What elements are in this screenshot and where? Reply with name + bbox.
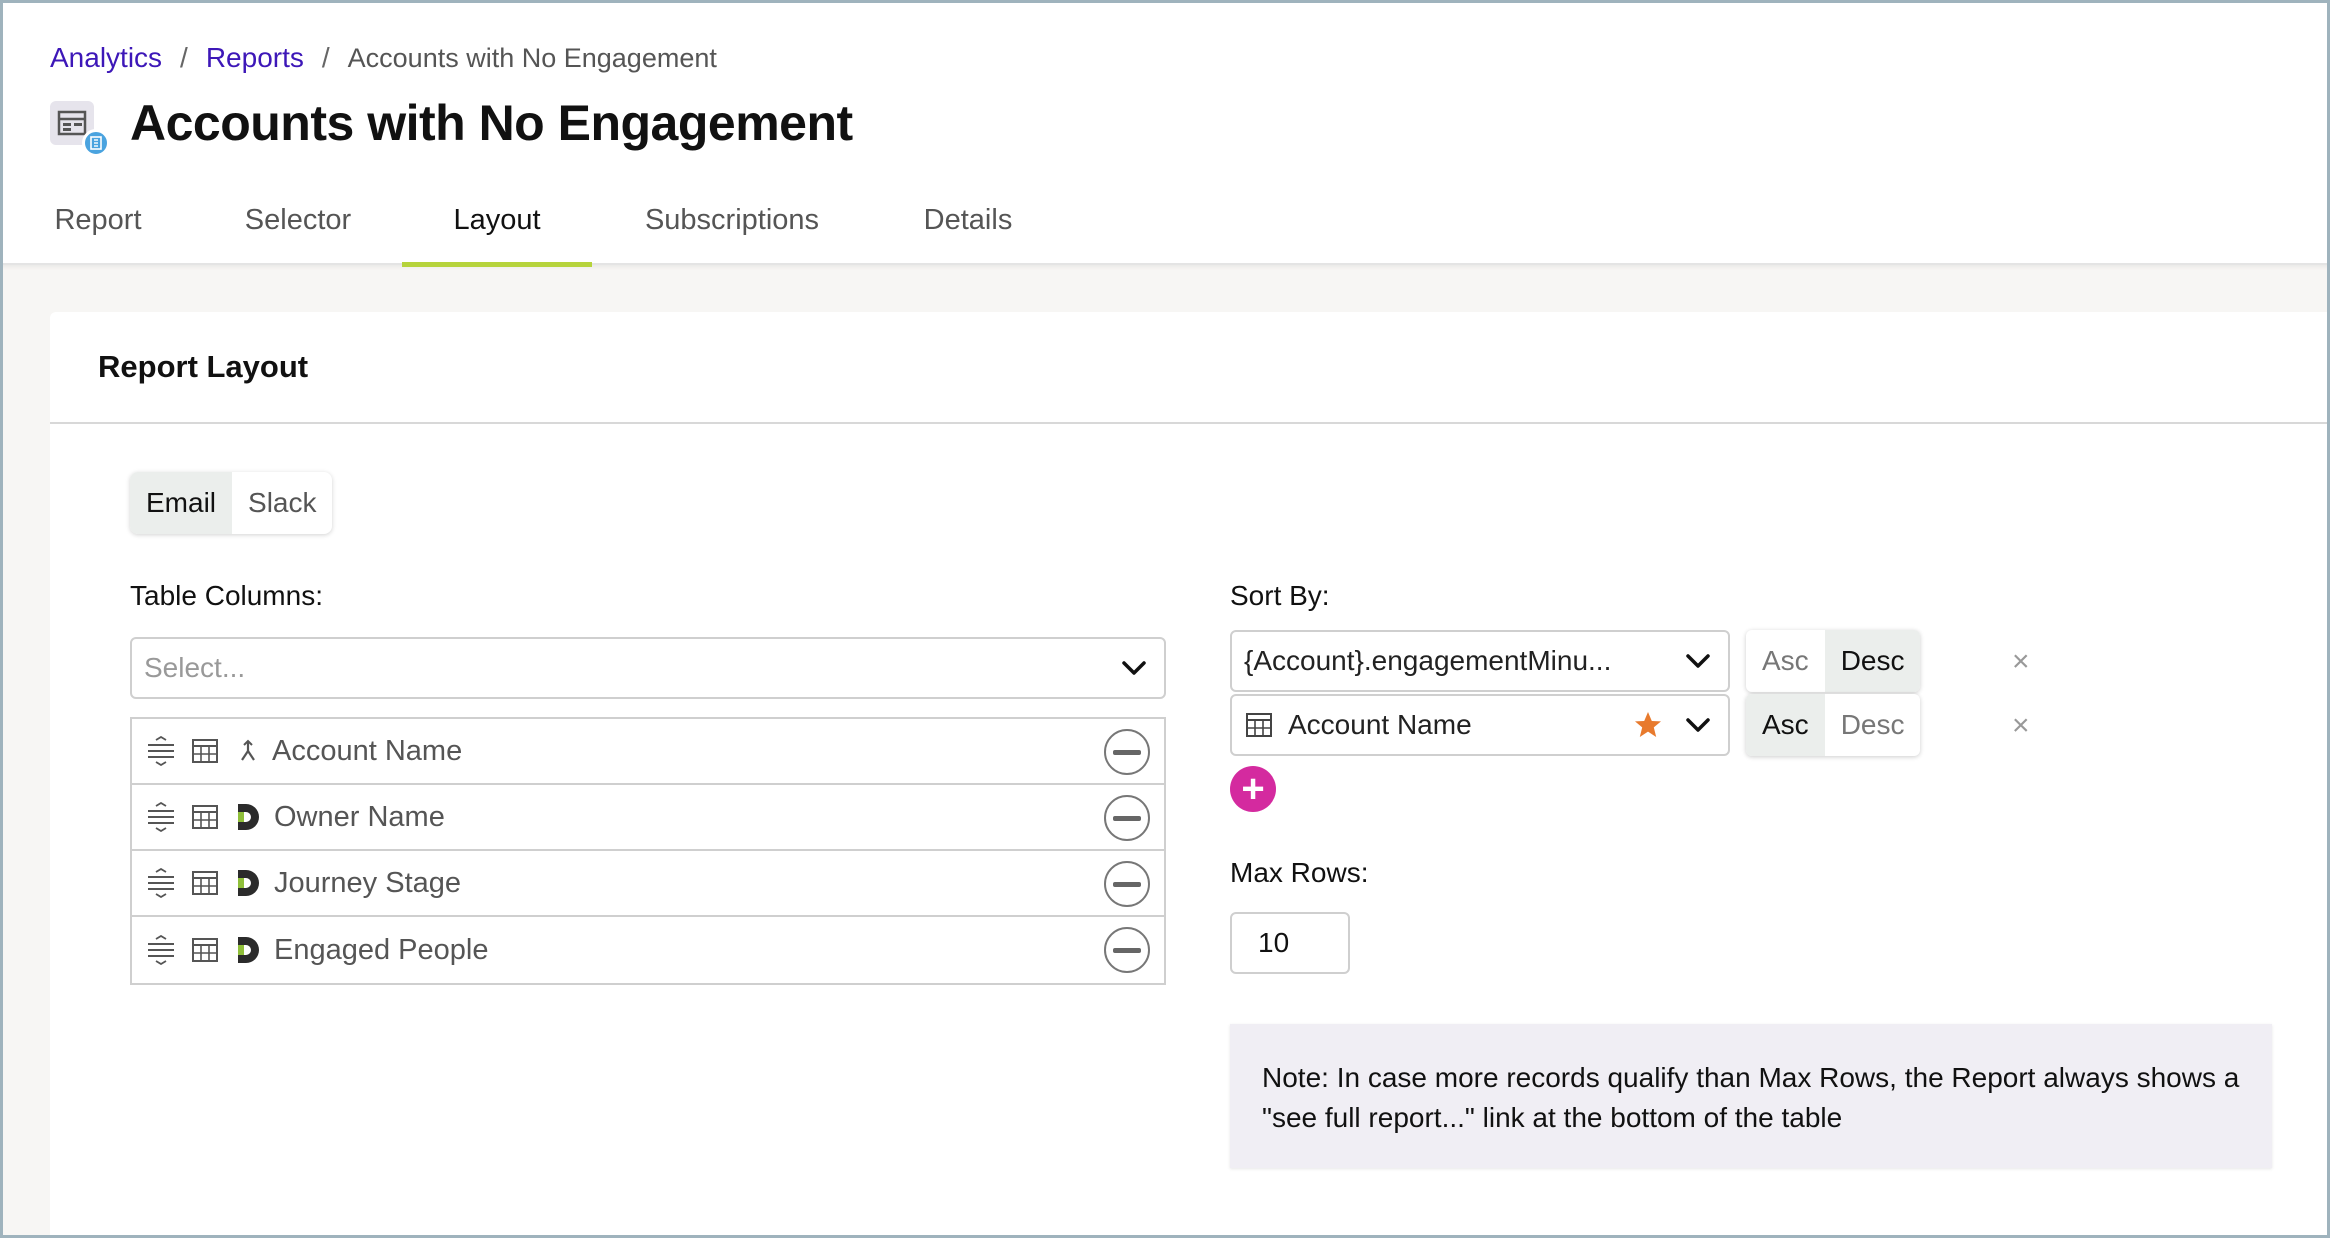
d-logo-icon xyxy=(234,868,262,898)
account-object-icon xyxy=(1244,711,1274,739)
channel-toggle: Email Slack xyxy=(130,472,333,534)
drag-handle-icon[interactable] xyxy=(146,736,176,766)
tab-selector[interactable]: Selector xyxy=(242,175,354,265)
minus-icon xyxy=(1113,815,1141,821)
tab-report[interactable]: Report xyxy=(50,175,146,265)
sort-field-value: Account Name xyxy=(1288,709,1472,740)
breadcrumb-separator: / xyxy=(321,42,330,73)
list-item: Owner Name xyxy=(132,785,1164,851)
chevron-down-icon xyxy=(1668,717,1728,733)
minus-icon xyxy=(1113,947,1141,953)
page-title: Accounts with No Engagement xyxy=(130,95,853,151)
page-header: Analytics / Reports / Accounts with No E… xyxy=(0,0,2330,267)
sort-field-select[interactable]: Account Name xyxy=(1230,694,1730,756)
column-list: Account Name Owner Name Journey Stage En… xyxy=(130,717,1166,985)
remove-column-button[interactable] xyxy=(1104,861,1150,907)
account-object-icon xyxy=(190,737,220,765)
sort-field-value: {Account}.engagementMinu... xyxy=(1244,645,1612,676)
remove-column-button[interactable] xyxy=(1104,729,1150,775)
channel-slack-option[interactable]: Slack xyxy=(232,472,332,534)
remove-column-button[interactable] xyxy=(1104,795,1150,841)
sort-direction-toggle: Asc Desc xyxy=(1746,630,1921,692)
sort-direction-toggle: Asc Desc xyxy=(1746,694,1921,756)
max-rows-input[interactable]: 10 xyxy=(1230,912,1350,974)
sort-by-label: Sort By: xyxy=(1230,580,1330,611)
sort-asc-option[interactable]: Asc xyxy=(1746,694,1825,756)
column-name: Journey Stage xyxy=(274,866,462,899)
d-logo-icon xyxy=(234,802,262,832)
breadcrumb: Analytics / Reports / Accounts with No E… xyxy=(50,38,717,78)
list-item: Engaged People xyxy=(132,917,1164,983)
minus-icon xyxy=(1113,749,1141,755)
account-object-icon xyxy=(190,803,220,831)
channel-email-option[interactable]: Email xyxy=(130,472,233,534)
tab-details[interactable]: Details xyxy=(920,175,1016,265)
max-rows-label: Max Rows: xyxy=(1230,857,1369,888)
remove-column-button[interactable] xyxy=(1104,927,1150,973)
column-select[interactable]: Select... xyxy=(130,637,1166,699)
list-item: Account Name xyxy=(132,719,1164,785)
breadcrumb-current: Accounts with No Engagement xyxy=(347,42,717,73)
card-title: Report Layout xyxy=(98,349,309,384)
drag-handle-icon[interactable] xyxy=(146,935,176,965)
remove-sort-button[interactable]: × xyxy=(2012,709,2030,743)
report-icon xyxy=(50,97,110,157)
list-item: Journey Stage xyxy=(132,851,1164,917)
merge-icon xyxy=(236,739,260,763)
remove-sort-button[interactable]: × xyxy=(2012,645,2030,679)
d-logo-icon xyxy=(234,935,262,965)
chevron-down-icon xyxy=(1668,653,1728,669)
column-name: Account Name xyxy=(272,734,463,767)
minus-icon xyxy=(1113,881,1141,887)
report-layout-card: Report Layout Email Slack Table Columns:… xyxy=(50,312,2330,1238)
column-name: Engaged People xyxy=(274,933,489,966)
column-name: Owner Name xyxy=(274,800,445,833)
account-object-icon xyxy=(190,936,220,964)
drag-handle-icon[interactable] xyxy=(146,802,176,832)
star-icon xyxy=(1628,710,1668,740)
account-object-icon xyxy=(190,869,220,897)
add-sort-button[interactable]: + xyxy=(1230,766,1276,812)
sort-field-select[interactable]: {Account}.engagementMinu... xyxy=(1230,630,1730,692)
breadcrumb-separator: / xyxy=(180,42,188,73)
drag-handle-icon[interactable] xyxy=(146,868,176,898)
sort-desc-option[interactable]: Desc xyxy=(1825,694,1921,756)
column-select-placeholder: Select... xyxy=(144,652,246,683)
tab-bar: Report Selector Layout Subscriptions Det… xyxy=(0,175,1016,267)
sort-asc-option[interactable]: Asc xyxy=(1746,630,1825,692)
tab-layout[interactable]: Layout xyxy=(402,175,592,267)
building-badge-icon xyxy=(82,129,110,157)
table-columns-label: Table Columns: xyxy=(130,580,323,611)
chevron-down-icon xyxy=(1104,660,1164,676)
breadcrumb-analytics[interactable]: Analytics xyxy=(50,42,162,74)
breadcrumb-reports[interactable]: Reports xyxy=(206,42,304,74)
tab-subscriptions[interactable]: Subscriptions xyxy=(640,175,824,265)
sort-desc-option[interactable]: Desc xyxy=(1824,630,1921,692)
max-rows-note: Note: In case more records qualify than … xyxy=(1230,1024,2272,1168)
